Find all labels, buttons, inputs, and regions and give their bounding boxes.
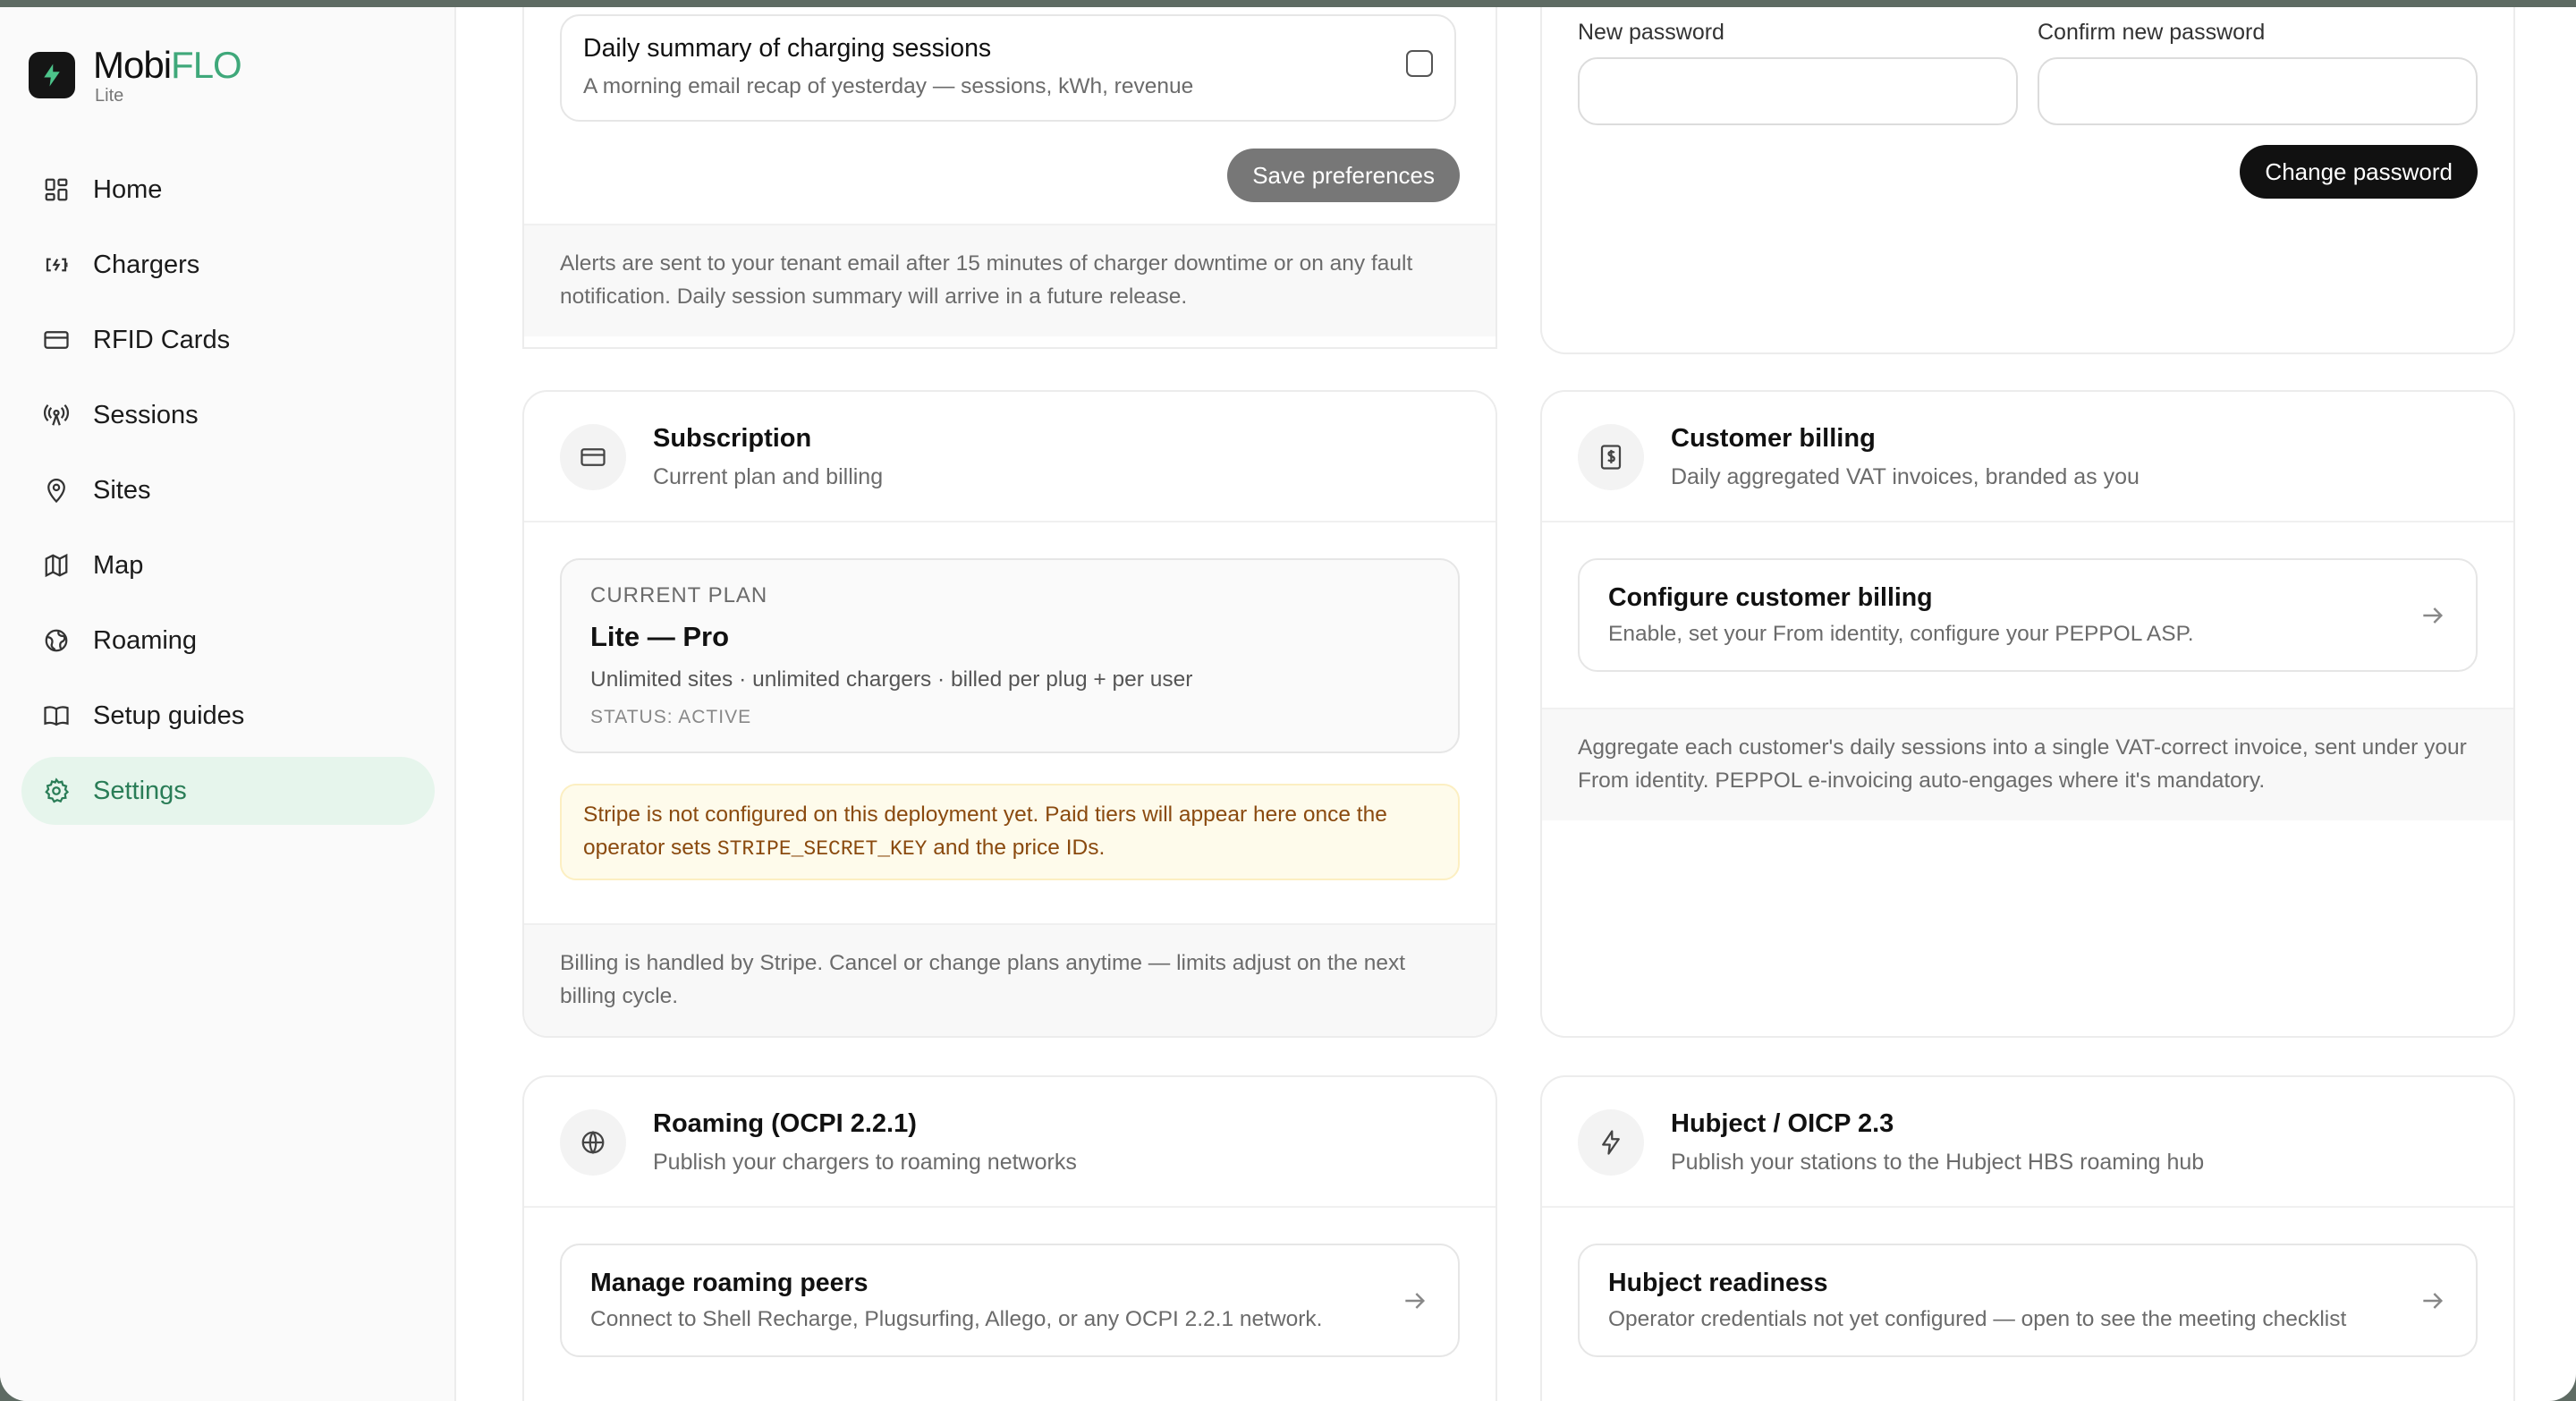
- hubject-readiness-link[interactable]: Hubject readiness Operator credentials n…: [1578, 1244, 2478, 1357]
- manage-roaming-peers-description: Connect to Shell Recharge, Plugsurfing, …: [590, 1307, 1323, 1331]
- brand-name-prefix: Mobi: [93, 44, 172, 86]
- invoice-dollar-icon: [1578, 424, 1644, 490]
- sidebar-item-label: RFID Cards: [93, 325, 231, 354]
- sidebar-item-settings[interactable]: Settings: [21, 757, 435, 825]
- current-plan-name: Lite — Pro: [590, 621, 730, 652]
- roaming-header: Roaming (OCPI 2.2.1) Publish your charge…: [524, 1077, 1496, 1208]
- plug-icon: [41, 250, 72, 280]
- sidebar-item-label: Sessions: [93, 400, 199, 429]
- sidebar-item-rfid-cards[interactable]: RFID Cards: [21, 306, 435, 374]
- sidebar-item-map[interactable]: Map: [21, 531, 435, 599]
- sidebar-item-label: Sites: [93, 475, 151, 505]
- customer-billing-header: Customer billing Daily aggregated VAT in…: [1542, 392, 2513, 522]
- sidebar: MobiFLO Lite Home Chargers RFID Cards Se…: [0, 7, 456, 1401]
- hubject-subtitle: Publish your stations to the Hubject HBS…: [1671, 1150, 2205, 1175]
- sidebar-item-label: Chargers: [93, 250, 200, 279]
- brand-name-accent: FLO: [171, 44, 242, 86]
- hubject-title: Hubject / OICP 2.3: [1671, 1109, 1894, 1138]
- app-window: MobiFLO Lite Home Chargers RFID Cards Se…: [0, 7, 2576, 1401]
- manage-roaming-peers-link[interactable]: Manage roaming peers Connect to Shell Re…: [560, 1244, 1460, 1357]
- current-plan-eyebrow: CURRENT PLAN: [590, 583, 768, 607]
- sidebar-item-setup-guides[interactable]: Setup guides: [21, 682, 435, 750]
- hubject-readiness-description: Operator credentials not yet configured …: [1608, 1307, 2347, 1331]
- sidebar-item-home[interactable]: Home: [21, 156, 435, 224]
- customer-billing-subtitle: Daily aggregated VAT invoices, branded a…: [1671, 464, 2140, 489]
- stripe-warning-tail: and the price IDs.: [927, 836, 1106, 860]
- new-password-label: New password: [1578, 20, 1724, 45]
- current-plan-box: CURRENT PLAN Lite — Pro Unlimited sites …: [560, 558, 1460, 753]
- sidebar-item-label: Settings: [93, 776, 187, 805]
- save-preferences-button[interactable]: Save preferences: [1227, 149, 1460, 202]
- map-pin-icon: [41, 475, 72, 505]
- notifications-note: Alerts are sent to your tenant email aft…: [524, 224, 1496, 336]
- change-password-button[interactable]: Change password: [2240, 145, 2478, 199]
- roaming-card: Roaming (OCPI 2.2.1) Publish your charge…: [522, 1075, 1497, 1401]
- stripe-warning: Stripe is not configured on this deploym…: [560, 784, 1460, 880]
- notifications-card: Daily summary of charging sessions A mor…: [522, 7, 1497, 349]
- book-icon: [41, 700, 72, 731]
- sidebar-item-label: Setup guides: [93, 700, 245, 730]
- sidebar-item-chargers[interactable]: Chargers: [21, 231, 435, 299]
- settings-main: Daily summary of charging sessions A mor…: [456, 7, 2576, 1401]
- manage-roaming-peers-title: Manage roaming peers: [590, 1269, 869, 1297]
- sidebar-item-sessions[interactable]: Sessions: [21, 381, 435, 449]
- arrow-right-icon: [2423, 607, 2444, 624]
- map-icon: [41, 550, 72, 581]
- sidebar-item-label: Roaming: [93, 625, 198, 655]
- card-icon: [41, 325, 72, 355]
- subscription-note: Billing is handled by Stripe. Cancel or …: [524, 923, 1496, 1036]
- password-card: New password Confirm new password Change…: [1540, 7, 2515, 354]
- sidebar-nav: Home Chargers RFID Cards Sessions Sites …: [21, 156, 435, 832]
- hubject-readiness-title: Hubject readiness: [1608, 1269, 1828, 1297]
- customer-billing-note: Aggregate each customer's daily sessions…: [1542, 708, 2513, 820]
- subscription-title: Subscription: [653, 424, 812, 453]
- new-password-input[interactable]: [1578, 57, 2018, 125]
- daily-summary-checkbox[interactable]: [1406, 50, 1433, 77]
- stripe-env-var: STRIPE_SECRET_KEY: [716, 837, 928, 861]
- arrow-right-icon: [2423, 1292, 2444, 1309]
- hubject-card: Hubject / OICP 2.3 Publish your stations…: [1540, 1075, 2515, 1401]
- confirm-password-label: Confirm new password: [2038, 20, 2266, 45]
- customer-billing-title: Customer billing: [1671, 424, 1876, 453]
- plan-status: STATUS: ACTIVE: [590, 707, 752, 727]
- sidebar-item-sites[interactable]: Sites: [21, 456, 435, 524]
- configure-customer-billing-description: Enable, set your From identity, configur…: [1608, 622, 2194, 646]
- globe-icon: [41, 625, 72, 656]
- daily-summary-title: Daily summary of charging sessions: [583, 34, 992, 63]
- subscription-header: Subscription Current plan and billing: [524, 392, 1496, 522]
- sidebar-item-label: Map: [93, 550, 144, 580]
- daily-summary-description: A morning email recap of yesterday — ses…: [583, 74, 1194, 98]
- brand-name: MobiFLO: [93, 41, 242, 89]
- roaming-subtitle: Publish your chargers to roaming network…: [653, 1150, 1077, 1175]
- daily-summary-option[interactable]: Daily summary of charging sessions A mor…: [560, 14, 1456, 122]
- current-plan-description: Unlimited sites · unlimited chargers · b…: [590, 667, 1193, 692]
- confirm-password-input[interactable]: [2038, 57, 2478, 125]
- brand[interactable]: MobiFLO Lite: [29, 41, 242, 106]
- gear-icon: [41, 776, 72, 806]
- lightning-icon: [1578, 1109, 1644, 1176]
- globe-icon: [560, 1109, 626, 1176]
- subscription-subtitle: Current plan and billing: [653, 464, 884, 489]
- bolt-logo-icon: [29, 52, 75, 98]
- configure-customer-billing-link[interactable]: Configure customer billing Enable, set y…: [1578, 558, 2478, 672]
- credit-card-icon: [560, 424, 626, 490]
- grid-icon: [41, 174, 72, 205]
- arrow-right-icon: [1405, 1292, 1426, 1309]
- sidebar-item-roaming[interactable]: Roaming: [21, 607, 435, 675]
- sidebar-item-label: Home: [93, 174, 163, 204]
- broadcast-icon: [41, 400, 72, 430]
- roaming-title: Roaming (OCPI 2.2.1): [653, 1109, 917, 1138]
- subscription-card: Subscription Current plan and billing CU…: [522, 390, 1497, 1038]
- customer-billing-card: Customer billing Daily aggregated VAT in…: [1540, 390, 2515, 1038]
- hubject-header: Hubject / OICP 2.3 Publish your stations…: [1542, 1077, 2513, 1208]
- configure-customer-billing-title: Configure customer billing: [1608, 583, 1933, 612]
